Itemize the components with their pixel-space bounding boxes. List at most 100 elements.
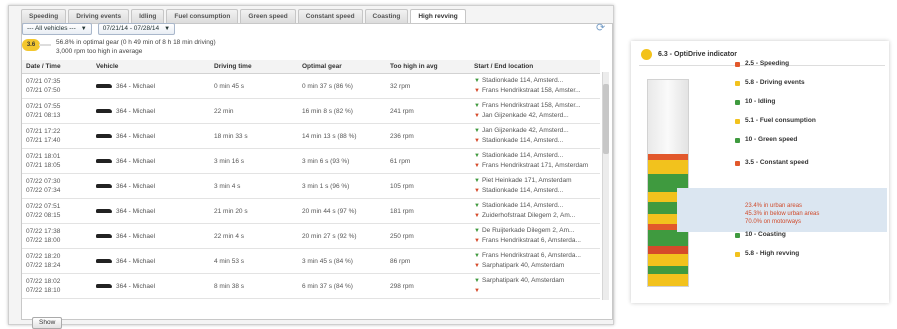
cell-vehicle: 364 - Michael: [92, 173, 210, 199]
table-row[interactable]: 07/22 17:38 07/22 18:00 364 - Michael 22 mi…: [22, 223, 600, 249]
cell-location: ▼ Stadionkade 114, Amsterd... ▼ Frans Hendr…: [470, 148, 600, 174]
tab-coasting[interactable]: Coasting: [364, 9, 409, 23]
constant-speed-detail: 70.0% on motorways: [745, 219, 802, 225]
col-too-high[interactable]: Too high in avg: [386, 60, 470, 74]
start-location: Stadionkade 114, Amsterd...: [481, 152, 564, 159]
start-time: 07/21 17:22: [26, 128, 61, 135]
table-row[interactable]: 07/21 07:35 07/21 07:50 364 - Michael 0 min…: [22, 73, 600, 99]
end-time: 07/22 18:00: [26, 237, 61, 244]
cell-location: ▼ Sarphatipark 40, Amsterdam ▼: [470, 273, 600, 299]
table-row[interactable]: 07/22 07:51 07/22 08:15 364 - Michael 21 mi…: [22, 198, 600, 224]
start-location: De Ruijterkade Dilegem 2, Am...: [481, 227, 575, 234]
indicator-label: 3.5 - Constant speed: [745, 159, 809, 166]
col-driving-time[interactable]: Driving time: [210, 60, 298, 74]
cell-datetime: 07/21 18:01 07/21 18:05: [22, 148, 92, 174]
chevron-down-icon: ▼: [80, 26, 87, 32]
vehicle-name: 364 - Michael: [116, 182, 156, 190]
end-time: 07/22 07:34: [26, 187, 61, 194]
cell-optimal-gear: 6 min 37 s (84 %): [298, 273, 386, 299]
col-location[interactable]: Start / End location: [470, 60, 600, 74]
cell-too-high: 241 rpm: [386, 98, 470, 124]
start-time: 07/21 18:01: [26, 153, 61, 160]
trip-report-window: Speeding Driving events Idling Fuel cons…: [8, 5, 614, 329]
refresh-icon[interactable]: ⟳: [596, 23, 607, 34]
end-location: Stadionkade 114, Amsterd...: [481, 187, 564, 194]
status-square-icon: [735, 161, 740, 166]
tab-driving-events[interactable]: Driving events: [68, 9, 130, 23]
cell-datetime: 07/22 07:51 07/22 08:15: [22, 198, 92, 224]
constant-speed-detail: 23.4% in urban areas: [745, 203, 803, 209]
tab-speeding[interactable]: Speeding: [21, 9, 67, 23]
start-pin-icon: ▼: [474, 203, 480, 209]
cell-driving-time: 8 min 38 s: [210, 273, 298, 299]
table-row[interactable]: 07/21 07:55 07/21 08:13 364 - Michael 22 mi…: [22, 98, 600, 124]
vehicle-name: 364 - Michael: [116, 82, 156, 90]
cell-datetime: 07/21 17:22 07/21 17:40: [22, 123, 92, 149]
tab-green-speed[interactable]: Green speed: [240, 9, 296, 23]
col-vehicle[interactable]: Vehicle: [92, 60, 210, 74]
start-time: 07/22 17:38: [26, 228, 61, 235]
end-pin-icon: ▼: [474, 138, 480, 144]
col-optimal-gear[interactable]: Optimal gear: [298, 60, 386, 74]
cell-optimal-gear: 20 min 44 s (97 %): [298, 198, 386, 224]
vehicle-name: 364 - Michael: [116, 132, 156, 140]
tab-idling[interactable]: Idling: [131, 9, 165, 23]
gauge-segment: [648, 230, 688, 246]
date-range-value: 07/21/14 - 07/28/14: [102, 25, 160, 32]
cell-vehicle: 364 - Michael: [92, 223, 210, 249]
scrollbar-thumb[interactable]: [603, 84, 609, 154]
cell-too-high: 181 rpm: [386, 198, 470, 224]
table-row[interactable]: 07/22 18:02 07/22 18:10 364 - Michael 8 min…: [22, 273, 600, 299]
table-row[interactable]: 07/22 07:30 07/22 07:34 364 - Michael 3 min…: [22, 173, 600, 199]
cell-location: ▼ De Ruijterkade Dilegem 2, Am... ▼ Frans H…: [470, 223, 600, 249]
indicator-label: 10 - Green speed: [745, 136, 798, 143]
table-scrollbar[interactable]: [602, 72, 609, 300]
tab-high-revving[interactable]: High revving: [410, 9, 466, 23]
end-time: 07/21 17:40: [26, 137, 61, 144]
end-location: Frans Hendrikstraat 6, Amsterda...: [481, 237, 581, 244]
cell-vehicle: 364 - Michael: [92, 148, 210, 174]
vehicle-name: 364 - Michael: [116, 257, 156, 265]
start-time: 07/22 07:51: [26, 203, 61, 210]
cell-vehicle: 364 - Michael: [92, 98, 210, 124]
cell-too-high: 298 rpm: [386, 273, 470, 299]
car-icon: [96, 209, 112, 213]
table-row[interactable]: 07/21 17:22 07/21 17:40 364 - Michael 18 mi…: [22, 123, 600, 149]
end-time: 07/22 18:24: [26, 262, 61, 269]
cell-driving-time: 18 min 33 s: [210, 123, 298, 149]
start-location: Sarphatipark 40, Amsterdam: [481, 277, 565, 284]
vehicle-name: 364 - Michael: [116, 157, 156, 165]
table-row[interactable]: 07/21 18:01 07/21 18:05 364 - Michael 3 min…: [22, 148, 600, 174]
cell-too-high: 105 rpm: [386, 173, 470, 199]
cell-driving-time: 0 min 45 s: [210, 73, 298, 99]
end-time: 07/22 18:10: [26, 287, 61, 294]
start-pin-icon: ▼: [474, 253, 480, 259]
start-time: 07/22 18:20: [26, 253, 61, 260]
cell-datetime: 07/22 18:02 07/22 18:10: [22, 273, 92, 299]
col-date-time[interactable]: Date / Time: [22, 60, 92, 74]
cell-location: ▼ Frans Hendrikstraat 158, Amster... ▼ Jan …: [470, 98, 600, 124]
indicator-item: 5.1 - Fuel consumption: [735, 117, 816, 127]
date-range-select[interactable]: 07/21/14 - 07/28/14 ▼: [97, 23, 176, 35]
car-icon: [96, 159, 112, 163]
cell-datetime: 07/21 07:35 07/21 07:50: [22, 73, 92, 99]
vehicle-name: 364 - Michael: [116, 282, 156, 290]
cell-vehicle: 364 - Michael: [92, 123, 210, 149]
start-location: Stadionkade 114, Amsterd...: [481, 77, 564, 84]
status-square-icon: [735, 138, 740, 143]
cell-datetime: 07/22 18:20 07/22 18:24: [22, 248, 92, 274]
gauge-segment: [648, 274, 688, 286]
vehicle-select[interactable]: --- All vehicles --- ▼: [22, 23, 92, 35]
start-location: Frans Hendrikstraat 158, Amster...: [481, 102, 581, 109]
tab-constant-speed[interactable]: Constant speed: [297, 9, 363, 23]
table-row[interactable]: 07/22 18:20 07/22 18:24 364 - Michael 4 min…: [22, 248, 600, 274]
indicator-label: 2.5 - Speeding: [745, 60, 790, 67]
cell-driving-time: 22 min 4 s: [210, 223, 298, 249]
show-button[interactable]: Show: [32, 317, 63, 329]
end-time: 07/21 07:50: [26, 87, 61, 94]
end-pin-icon: ▼: [474, 263, 480, 269]
indicator-item: 2.5 - Speeding: [735, 60, 789, 70]
cell-optimal-gear: 0 min 37 s (86 %): [298, 73, 386, 99]
tab-fuel-consumption[interactable]: Fuel consumption: [166, 9, 239, 23]
cell-driving-time: 4 min 53 s: [210, 248, 298, 274]
